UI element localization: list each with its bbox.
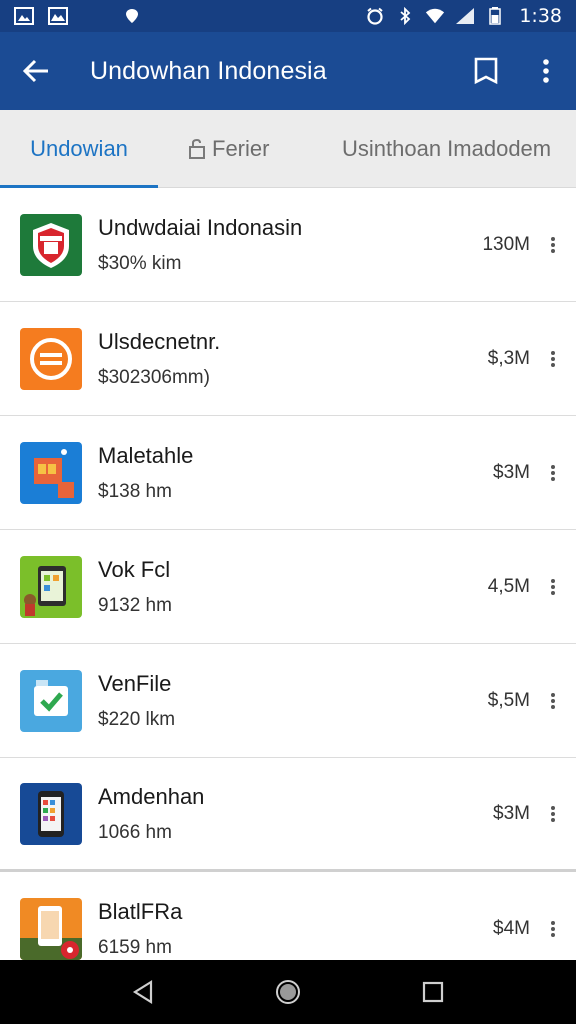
app-detail: 9132 hm: [98, 594, 172, 616]
app-detail: $220 lkm: [98, 708, 176, 730]
tab-ferier[interactable]: Ferier: [158, 110, 314, 188]
app-name: Maletahle: [98, 442, 194, 468]
app-bar: Undowhan Indonesia: [0, 32, 576, 110]
signal-icon: [455, 7, 475, 25]
more-vert-icon: [551, 692, 555, 709]
tab-usinthoan[interactable]: Usinthoan Imadodem: [314, 110, 576, 188]
item-menu-button[interactable]: [530, 784, 576, 844]
app-name: Ulsdecnetnr.: [98, 328, 221, 354]
square-recents-icon: [423, 981, 444, 1003]
list-item[interactable]: Amdenhan 1066 hm $3M: [0, 758, 576, 872]
app-size: 4,5M: [487, 575, 530, 597]
nav-recents-button[interactable]: [403, 962, 463, 1022]
more-vert-icon: [543, 59, 549, 83]
app-size: 130M: [482, 233, 530, 255]
lock-icon: [189, 138, 205, 159]
orange-circle-app-icon: [20, 327, 82, 390]
app-detail: $138 hm: [98, 480, 172, 502]
app-size: $3M: [493, 802, 530, 824]
list-item[interactable]: BlatlFRa 6159 hm $4M: [0, 872, 576, 960]
alarm-icon: [365, 7, 385, 25]
nav-back-button[interactable]: [113, 962, 173, 1022]
app-size: $,5M: [487, 689, 530, 711]
tab-label: Usinthoan Imadodem: [342, 135, 552, 161]
system-nav-bar: [0, 960, 576, 1024]
nav-home-button[interactable]: [258, 962, 318, 1022]
item-menu-button[interactable]: [530, 671, 576, 731]
location-icon: [122, 7, 142, 25]
app-size: $4M: [493, 918, 530, 939]
more-vert-icon: [551, 236, 555, 253]
status-bar: 1:38: [0, 0, 576, 32]
tab-undowian[interactable]: Undowian: [0, 110, 158, 188]
app-name: Amdenhan: [98, 783, 205, 809]
gallery-icon: [48, 7, 68, 25]
phone-green-app-icon: [20, 555, 82, 618]
app-name: VenFile: [98, 670, 172, 696]
home-circle-icon: [275, 980, 300, 1004]
bluetooth-icon: [395, 7, 415, 25]
wifi-icon: [425, 7, 445, 25]
triangle-back-icon: [132, 980, 152, 1004]
app-size: $,3M: [487, 347, 530, 369]
item-menu-button[interactable]: [530, 215, 576, 275]
orange-phone-app-icon: [20, 898, 82, 960]
item-menu-button[interactable]: [530, 557, 576, 617]
list-item[interactable]: Undwdaiai Indonasin $30% kim 130M: [0, 188, 576, 302]
app-list: Undwdaiai Indonasin $30% kim 130M Ulsdec…: [0, 188, 576, 960]
bookmark-button[interactable]: [456, 32, 516, 110]
item-menu-button[interactable]: [530, 899, 576, 959]
phone-blue-app-icon: [20, 782, 82, 845]
app-detail: $30% kim: [98, 252, 182, 274]
arrow-back-icon: [22, 59, 48, 83]
app-name: Vok Fcl: [98, 556, 171, 582]
more-vert-icon: [551, 921, 555, 937]
app-name: Undwdaiai Indonasin: [98, 214, 303, 240]
tab-label: Ferier: [212, 135, 270, 161]
tab-label: Undowian: [30, 135, 128, 161]
blue-card-app-icon: [20, 441, 82, 504]
more-vert-icon: [551, 350, 555, 367]
more-vert-icon: [551, 805, 555, 822]
image-icon: [14, 7, 34, 25]
battery-icon: [485, 7, 505, 25]
more-vert-icon: [551, 578, 555, 595]
item-menu-button[interactable]: [530, 443, 576, 503]
list-item[interactable]: Vok Fcl 9132 hm 4,5M: [0, 530, 576, 644]
shield-app-icon: [20, 213, 82, 276]
app-size: $3M: [493, 461, 530, 483]
clock: 1:38: [519, 5, 562, 27]
item-menu-button[interactable]: [530, 329, 576, 389]
bookmark-icon: [474, 57, 498, 85]
overflow-menu-button[interactable]: [516, 32, 576, 110]
app-detail: 1066 hm: [98, 821, 172, 843]
page-title: Undowhan Indonesia: [90, 56, 327, 85]
app-detail: $302306mm): [98, 366, 210, 388]
tab-bar: Undowian Ferier Usinthoan Imadodem: [0, 110, 576, 188]
app-detail: 6159 hm: [98, 937, 172, 958]
more-vert-icon: [551, 464, 555, 481]
app-name: BlatlFRa: [98, 899, 183, 924]
list-item[interactable]: Ulsdecnetnr. $302306mm) $,3M: [0, 302, 576, 416]
list-item[interactable]: Maletahle $138 hm $3M: [0, 416, 576, 530]
check-file-app-icon: [20, 669, 82, 732]
back-button[interactable]: [0, 32, 72, 110]
list-item[interactable]: VenFile $220 lkm $,5M: [0, 644, 576, 758]
